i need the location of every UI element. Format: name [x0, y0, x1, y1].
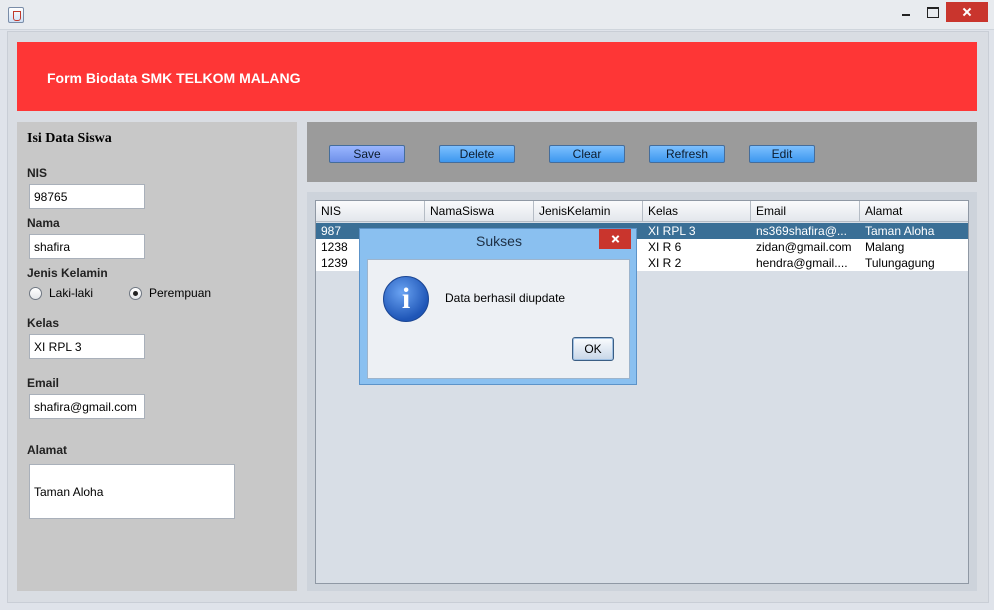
column-header-kelas[interactable]: Kelas [643, 201, 751, 222]
email-label: Email [27, 376, 60, 390]
dialog-title: Sukses [476, 233, 522, 249]
kelas-label: Kelas [27, 316, 60, 330]
cell-kelas: XI R 6 [648, 240, 682, 254]
cell-email: hendra@gmail.... [756, 256, 848, 270]
cell-alamat: Malang [865, 240, 905, 254]
column-header-namasiswa[interactable]: NamaSiswa [425, 201, 534, 222]
action-toolbar: Save Delete Clear Refresh Edit [307, 122, 977, 182]
banner-title: Form Biodata SMK TELKOM MALANG [47, 70, 301, 86]
minimize-button[interactable] [894, 2, 918, 22]
radio-perempuan[interactable]: Perempuan [129, 286, 211, 300]
header-banner: Form Biodata SMK TELKOM MALANG [17, 42, 977, 111]
jenis-kelamin-label: Jenis Kelamin [27, 266, 108, 280]
student-form-panel: Isi Data Siswa NIS 98765 Nama shafira Je… [17, 122, 297, 591]
alamat-textarea[interactable]: Taman Aloha [29, 464, 235, 519]
cell-email: ns369shafira@... [756, 224, 847, 238]
nis-label: NIS [27, 166, 48, 180]
maximize-button[interactable] [920, 2, 944, 22]
cell-alamat: Tulungagung [865, 256, 935, 270]
cell-kelas: XI RPL 3 [648, 224, 696, 238]
close-window-button[interactable] [946, 2, 988, 22]
cell-alamat: Taman Aloha [865, 224, 935, 238]
radio-checked-icon [129, 286, 142, 300]
column-header-email[interactable]: Email [751, 201, 860, 222]
cell-email: zidan@gmail.com [756, 240, 852, 254]
form-section-title: Isi Data Siswa [27, 131, 112, 146]
email-field[interactable]: shafira@gmail.com [29, 394, 145, 419]
column-header-nis[interactable]: NIS [316, 201, 425, 222]
column-header-jeniskelamin[interactable]: JenisKelamin [534, 201, 643, 222]
refresh-button[interactable]: Refresh [649, 145, 725, 163]
table-header: NIS NamaSiswa JenisKelamin Kelas Email A… [316, 201, 968, 222]
column-header-alamat[interactable]: Alamat [860, 201, 968, 222]
alamat-label: Alamat [27, 443, 68, 457]
save-button[interactable]: Save [329, 145, 405, 163]
info-icon: i [383, 276, 429, 322]
nis-field[interactable]: 98765 [29, 184, 145, 209]
dialog-close-button[interactable] [599, 229, 631, 249]
ok-button[interactable]: OK [572, 337, 614, 361]
java-app-icon [8, 7, 24, 23]
delete-button[interactable]: Delete [439, 145, 515, 163]
radio-perempuan-label: Perempuan [149, 286, 212, 300]
dialog-body: i Data berhasil diupdate OK [367, 259, 630, 379]
success-dialog: Sukses i Data berhasil diupdate OK [359, 228, 637, 385]
edit-button[interactable]: Edit [749, 145, 815, 163]
dialog-message: Data berhasil diupdate [445, 291, 566, 305]
radio-laki-laki-label: Laki-laki [49, 286, 94, 300]
nama-label: Nama [27, 216, 60, 230]
kelas-field[interactable]: XI RPL 3 [29, 334, 145, 359]
radio-laki-laki[interactable]: Laki-laki [29, 286, 93, 300]
window-titlebar [0, 0, 994, 30]
nama-field[interactable]: shafira [29, 234, 145, 259]
radio-unchecked-icon [29, 286, 42, 300]
cell-kelas: XI R 2 [648, 256, 682, 270]
clear-button[interactable]: Clear [549, 145, 625, 163]
